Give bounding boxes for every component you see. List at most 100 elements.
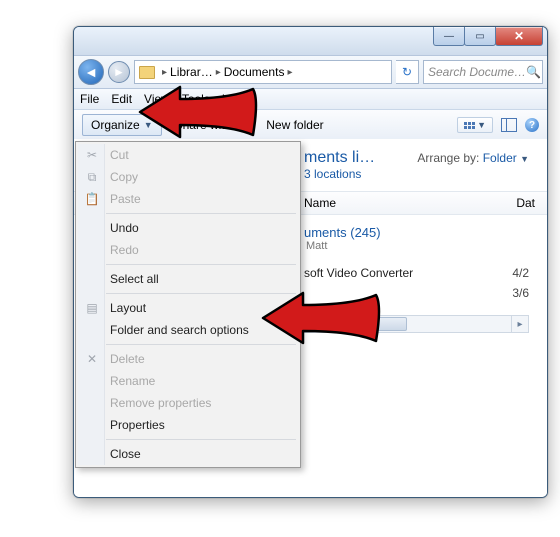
back-button[interactable]: ◄ bbox=[78, 59, 104, 85]
breadcrumb-sep-icon: ▸ bbox=[287, 67, 292, 78]
delete-icon: ✕ bbox=[84, 351, 100, 367]
list-item[interactable]: soft Video Converter 4/2 bbox=[304, 266, 529, 280]
file-group: uments (245) Matt soft Video Converter 4… bbox=[304, 225, 529, 300]
refresh-icon: ↻ bbox=[402, 65, 412, 79]
close-icon: ✕ bbox=[514, 29, 524, 43]
paste-icon: 📋 bbox=[84, 191, 100, 207]
menu-item-label: Close bbox=[110, 447, 141, 461]
view-thumbnails-icon bbox=[464, 122, 475, 129]
organize-button[interactable]: Organize ▼ bbox=[82, 114, 162, 136]
scroll-left-button[interactable]: ◂ bbox=[305, 316, 322, 332]
menu-view[interactable]: View bbox=[144, 92, 170, 106]
group-title[interactable]: uments (245) bbox=[304, 225, 529, 240]
menu-item-folder-options[interactable]: Folder and search options bbox=[78, 319, 298, 341]
menu-item-select-all[interactable]: Select all bbox=[78, 268, 298, 290]
back-arrow-icon: ◄ bbox=[84, 65, 98, 79]
menu-edit[interactable]: Edit bbox=[111, 92, 132, 106]
scroll-left-icon: ◂ bbox=[310, 319, 315, 330]
minimize-icon: — bbox=[444, 31, 454, 42]
forward-arrow-icon: ► bbox=[113, 66, 125, 78]
new-folder-label: New folder bbox=[266, 118, 323, 132]
menu-item-undo[interactable]: Undo bbox=[78, 217, 298, 239]
search-placeholder: Search Docume… bbox=[428, 65, 526, 79]
menu-separator bbox=[106, 264, 296, 265]
preview-pane-button[interactable] bbox=[501, 118, 517, 132]
titlebar: — ▭ ✕ bbox=[74, 27, 547, 56]
menu-item-label: Paste bbox=[110, 192, 141, 206]
menu-item-label: Cut bbox=[110, 148, 129, 162]
breadcrumb-item-libraries[interactable]: Librar… bbox=[170, 65, 213, 79]
menu-file[interactable]: File bbox=[80, 92, 99, 106]
breadcrumb[interactable]: ▸ Librar… ▸ Documents ▸ bbox=[134, 60, 392, 84]
forward-button[interactable]: ► bbox=[108, 61, 130, 83]
new-folder-button[interactable]: New folder bbox=[257, 114, 332, 136]
menu-item-label: Delete bbox=[110, 352, 145, 366]
help-button[interactable]: ? bbox=[525, 118, 539, 132]
menu-item-layout[interactable]: ▤ Layout bbox=[78, 297, 298, 319]
menu-item-label: Remove properties bbox=[110, 396, 211, 410]
search-icon: 🔍 bbox=[526, 65, 541, 79]
view-mode-button[interactable]: ▼ bbox=[457, 117, 493, 133]
menu-item-label: Folder and search options bbox=[110, 323, 249, 337]
organize-label: Organize bbox=[91, 118, 140, 132]
toolbar-right: ▼ ? bbox=[457, 117, 539, 133]
file-date: 4/2 bbox=[491, 266, 529, 280]
arrange-by-value[interactable]: Folder ▼ bbox=[483, 151, 529, 165]
menu-item-rename[interactable]: Rename bbox=[78, 370, 298, 392]
folder-icon bbox=[139, 66, 155, 79]
scroll-right-button[interactable]: ▸ bbox=[511, 316, 528, 332]
menu-separator bbox=[106, 213, 296, 214]
breadcrumb-sep-icon: ▸ bbox=[162, 67, 167, 78]
column-date[interactable]: Dat bbox=[516, 196, 535, 210]
scrollbar-thumb[interactable] bbox=[345, 317, 407, 331]
layout-icon: ▤ bbox=[84, 300, 100, 316]
menu-item-label: Layout bbox=[110, 301, 146, 315]
maximize-icon: ▭ bbox=[475, 31, 484, 42]
menu-separator bbox=[106, 293, 296, 294]
close-button[interactable]: ✕ bbox=[495, 27, 543, 46]
group-path: Matt bbox=[304, 240, 529, 252]
menu-help[interactable]: Help bbox=[222, 92, 247, 106]
file-name bbox=[304, 286, 491, 300]
menu-separator bbox=[106, 344, 296, 345]
menu-item-redo[interactable]: Redo bbox=[78, 239, 298, 261]
copy-icon: ⧉ bbox=[84, 169, 100, 185]
menu-item-remove-properties[interactable]: Remove properties bbox=[78, 392, 298, 414]
menu-item-cut[interactable]: ✂ Cut bbox=[78, 144, 298, 166]
toolbar: Organize ▼ Share with ▼ New folder ▼ ? bbox=[74, 110, 547, 141]
share-with-label: Share with bbox=[175, 118, 232, 132]
share-with-button[interactable]: Share with ▼ bbox=[166, 114, 254, 136]
minimize-button[interactable]: — bbox=[433, 27, 465, 46]
dropdown-arrow-icon: ▼ bbox=[144, 120, 153, 130]
menu-item-paste[interactable]: 📋 Paste bbox=[78, 188, 298, 210]
organize-dropdown-menu: ✂ Cut ⧉ Copy 📋 Paste Undo Redo Select al… bbox=[75, 141, 301, 468]
window-buttons: — ▭ ✕ bbox=[433, 27, 543, 46]
file-name: soft Video Converter bbox=[304, 266, 491, 280]
menu-item-properties[interactable]: Properties bbox=[78, 414, 298, 436]
arrange-by-value-text: Folder bbox=[483, 151, 517, 165]
arrange-by: Arrange by: Folder ▼ bbox=[417, 151, 529, 165]
help-icon: ? bbox=[529, 120, 535, 131]
menu-item-label: Select all bbox=[110, 272, 159, 286]
search-input[interactable]: Search Docume… 🔍 bbox=[423, 60, 543, 84]
menu-item-label: Undo bbox=[110, 221, 139, 235]
scroll-right-icon: ▸ bbox=[517, 319, 522, 330]
breadcrumb-item-documents[interactable]: Documents bbox=[224, 65, 285, 79]
menu-item-delete[interactable]: ✕ Delete bbox=[78, 348, 298, 370]
file-date: 3/6 bbox=[491, 286, 529, 300]
menubar: File Edit View Tools Help bbox=[74, 89, 547, 110]
refresh-button[interactable]: ↻ bbox=[396, 60, 419, 84]
dropdown-arrow-icon: ▼ bbox=[235, 120, 244, 130]
menu-item-label: Copy bbox=[110, 170, 138, 184]
menu-item-label: Rename bbox=[110, 374, 155, 388]
library-locations-link[interactable]: 3 locations bbox=[304, 167, 533, 181]
horizontal-scrollbar[interactable]: ◂ ▸ bbox=[304, 315, 529, 333]
menu-separator bbox=[106, 439, 296, 440]
list-item[interactable]: 3/6 bbox=[304, 286, 529, 300]
dropdown-arrow-icon: ▼ bbox=[477, 120, 486, 130]
menu-tools[interactable]: Tools bbox=[182, 92, 210, 106]
menu-item-copy[interactable]: ⧉ Copy bbox=[78, 166, 298, 188]
menu-item-close[interactable]: Close bbox=[78, 443, 298, 465]
menu-item-label: Properties bbox=[110, 418, 165, 432]
maximize-button[interactable]: ▭ bbox=[464, 27, 496, 46]
